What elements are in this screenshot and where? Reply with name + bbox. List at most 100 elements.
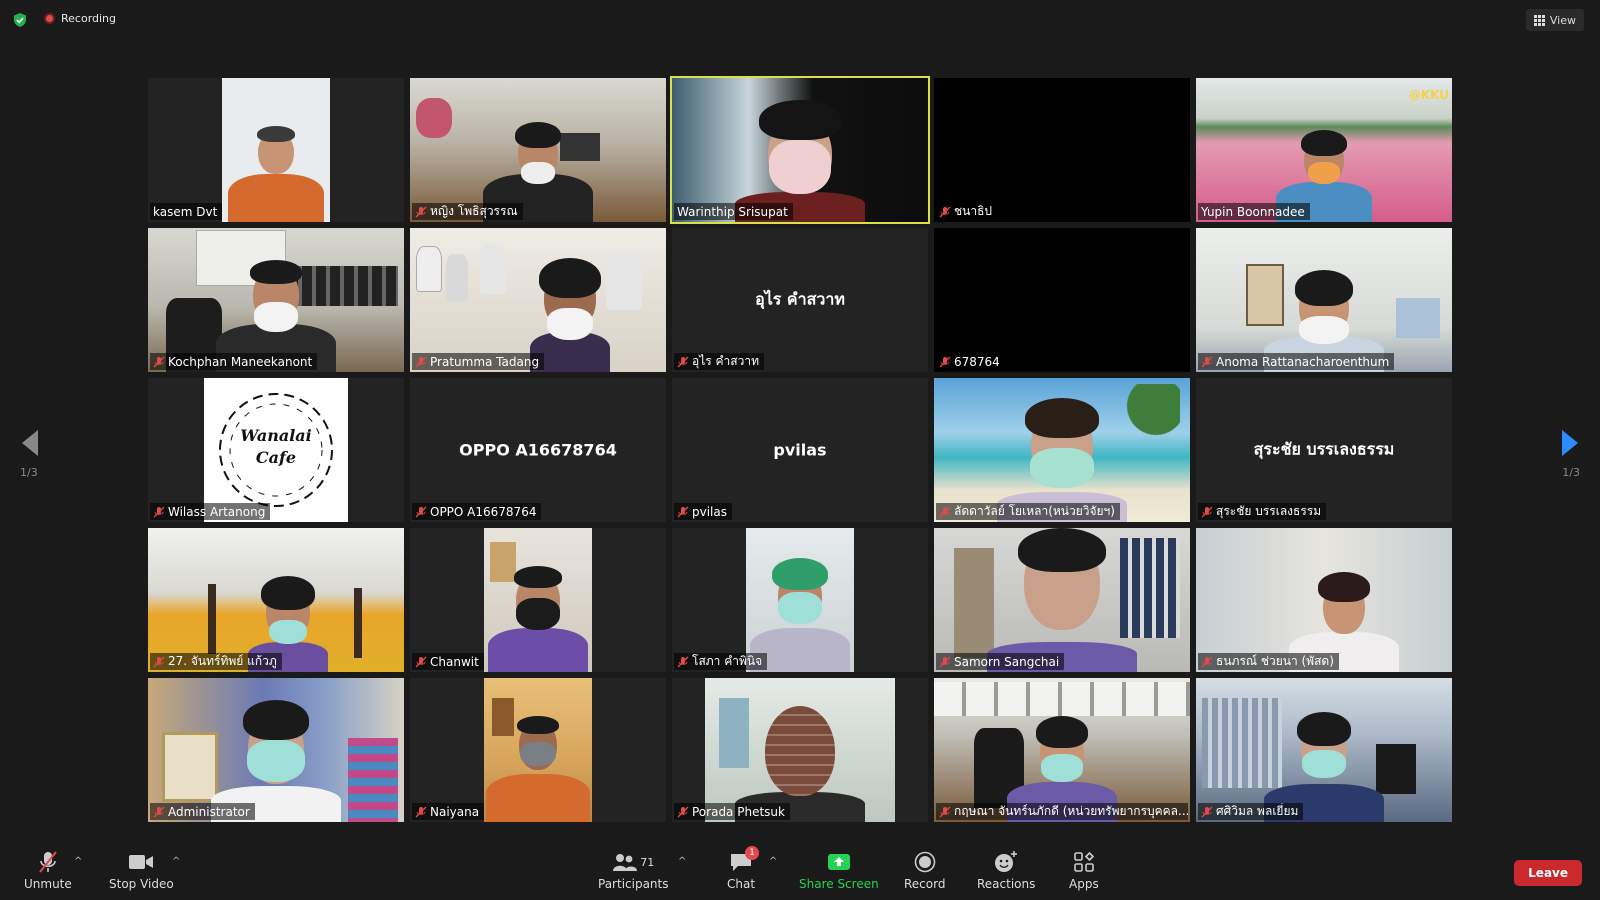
participant-name: หญิง โพธิสุวรรณ <box>430 204 518 218</box>
participant-tile[interactable]: กฤษณา จันทร์นภักดี (หน่วยทรัพยากรบุคคล..… <box>934 678 1190 822</box>
participant-nameplate: OPPO A16678764 <box>412 503 542 520</box>
participant-video <box>1196 528 1452 672</box>
recording-dot-icon <box>44 13 55 24</box>
participant-video <box>672 78 928 222</box>
participant-tile[interactable]: หญิง โพธิสุวรรณ <box>410 78 666 222</box>
participant-nameplate: Warinthip Srisupat <box>674 203 793 220</box>
recording-indicator[interactable]: Recording <box>44 12 116 25</box>
participant-nameplate: 678764 <box>936 353 1005 370</box>
participant-tile[interactable]: Porada Phetsuk <box>672 678 928 822</box>
participant-video: @KKU <box>1196 78 1452 222</box>
participant-video <box>148 528 404 672</box>
participants-caret-icon[interactable]: ^ <box>678 856 686 867</box>
unmute-button[interactable]: Unmute <box>24 850 72 891</box>
participant-tile[interactable]: Chanwit <box>410 528 666 672</box>
mic-muted-icon <box>153 356 165 367</box>
participant-name: Samorn Sangchai <box>954 654 1060 669</box>
participant-video <box>484 678 592 822</box>
mic-muted-icon <box>1201 506 1213 517</box>
participant-tile[interactable]: kasem Dvt <box>148 78 404 222</box>
participant-name: OPPO A16678764 <box>430 504 537 519</box>
participant-video <box>934 378 1190 522</box>
participant-nameplate: Wilass Artanong <box>150 503 271 520</box>
video-options-caret-icon[interactable]: ^ <box>172 856 180 867</box>
leave-button[interactable]: Leave <box>1514 860 1582 886</box>
participant-tile-active-speaker[interactable]: Warinthip Srisupat <box>670 76 930 224</box>
participant-tile[interactable]: Anoma Rattanacharoenthum <box>1196 228 1452 372</box>
record-icon <box>914 851 936 873</box>
participant-tile[interactable]: pvilas pvilas <box>672 378 928 522</box>
participants-button[interactable]: 71 Participants <box>598 850 669 891</box>
participant-nameplate: ธนภรณ์ ช่วยนา (พัสด) <box>1198 653 1339 670</box>
participant-tile[interactable]: Kochphan Maneekanont <box>148 228 404 372</box>
mic-muted-icon <box>939 356 951 367</box>
participant-name: 27. จันทร์ทิพย์ แก้วภู <box>168 654 277 668</box>
video-camera-icon <box>129 855 154 869</box>
chat-button[interactable]: 1 Chat <box>727 846 760 891</box>
view-button[interactable]: View <box>1525 9 1584 31</box>
stop-video-button[interactable]: Stop Video <box>109 850 174 891</box>
previous-page-arrow-icon[interactable] <box>18 428 42 458</box>
audio-options-caret-icon[interactable]: ^ <box>74 856 82 867</box>
mic-muted-icon <box>415 356 427 367</box>
participant-name: Wilass Artanong <box>168 504 266 519</box>
participant-tile[interactable]: Naiyana <box>410 678 666 822</box>
participants-icon <box>613 854 638 871</box>
participant-nameplate: Anoma Rattanacharoenthum <box>1198 353 1395 370</box>
participant-tile[interactable]: โสภา คำพินิจ <box>672 528 928 672</box>
participant-tile[interactable]: 678764 <box>934 228 1190 372</box>
chat-caret-icon[interactable]: ^ <box>769 856 777 867</box>
mic-muted-icon <box>415 656 427 667</box>
participant-tile[interactable]: 27. จันทร์ทิพย์ แก้วภู <box>148 528 404 672</box>
participant-tile[interactable]: ศศิวิมล พลเยี่ยม <box>1196 678 1452 822</box>
participant-tile[interactable]: อุไร คำสวาท อุไร คำสวาท <box>672 228 928 372</box>
participant-nameplate: หญิง โพธิสุวรรณ <box>412 203 523 220</box>
participant-tile[interactable]: ชนาธิป <box>934 78 1190 222</box>
participant-name: ธนภรณ์ ช่วยนา (พัสด) <box>1216 654 1334 668</box>
mic-muted-icon <box>1201 356 1213 367</box>
mic-muted-icon <box>939 206 951 217</box>
participant-name: Warinthip Srisupat <box>677 204 788 219</box>
participant-nameplate: ศศิวิมล พลเยี่ยม <box>1198 803 1304 820</box>
participant-name: Administrator <box>168 804 250 819</box>
participant-name: กฤษณา จันทร์นภักดี (หน่วยทรัพยากรบุคคล..… <box>954 804 1188 818</box>
participant-name: kasem Dvt <box>153 204 218 219</box>
reactions-label: Reactions <box>977 877 1036 891</box>
apps-button[interactable]: Apps <box>1069 850 1099 891</box>
participant-video <box>484 528 592 672</box>
participant-center-name: สุระชัย บรรเลงธรรม <box>1253 439 1395 459</box>
participant-tile[interactable]: Administrator <box>148 678 404 822</box>
share-screen-button[interactable]: Share Screen <box>799 850 879 891</box>
participant-name: ชนาธิป <box>954 204 993 218</box>
participant-name: โสภา คำพินิจ <box>692 654 763 668</box>
participant-nameplate: สุระชัย บรรเลงธรรม <box>1198 503 1327 520</box>
participant-center-name: pvilas <box>773 440 827 460</box>
next-page-arrow-icon[interactable] <box>1558 428 1582 458</box>
stop-video-label: Stop Video <box>109 877 174 891</box>
participant-name: Pratumma Tadang <box>430 354 540 369</box>
participant-video <box>934 78 1190 222</box>
participant-tile[interactable]: @KKU Yupin Boonnadee <box>1196 78 1452 222</box>
recording-label: Recording <box>61 12 117 25</box>
shield-icon[interactable] <box>12 12 28 28</box>
participant-tile[interactable]: Pratumma Tadang <box>410 228 666 372</box>
participant-name: 678764 <box>954 354 1000 369</box>
participant-tile[interactable]: OPPO A16678764 OPPO A16678764 <box>410 378 666 522</box>
participant-name: Yupin Boonnadee <box>1201 204 1305 219</box>
participant-tile[interactable]: Samorn Sangchai <box>934 528 1190 672</box>
participant-video: Wanalai Cafe <box>204 378 348 522</box>
participant-tile[interactable]: ลัดดาวัลย์ โยเหลา(หน่วยวิจัยฯ) <box>934 378 1190 522</box>
participant-tile[interactable]: สุระชัย บรรเลงธรรม สุระชัย บรรเลงธรรม <box>1196 378 1452 522</box>
reactions-button[interactable]: Reactions <box>977 850 1035 891</box>
mic-muted-icon <box>153 806 165 817</box>
participant-tile[interactable]: Wanalai Cafe Wilass Artanong <box>148 378 404 522</box>
mic-muted-icon <box>153 656 165 667</box>
participant-tile[interactable]: ธนภรณ์ ช่วยนา (พัสด) <box>1196 528 1452 672</box>
participant-video <box>705 678 895 822</box>
record-button[interactable]: Record <box>904 850 945 891</box>
participant-nameplate: Porada Phetsuk <box>674 803 790 820</box>
smiley-plus-icon <box>995 851 1018 872</box>
participant-nameplate: อุไร คำสวาท <box>674 353 764 370</box>
mic-muted-icon <box>677 656 689 667</box>
logo-text-line-1: Wanalai <box>240 426 312 445</box>
